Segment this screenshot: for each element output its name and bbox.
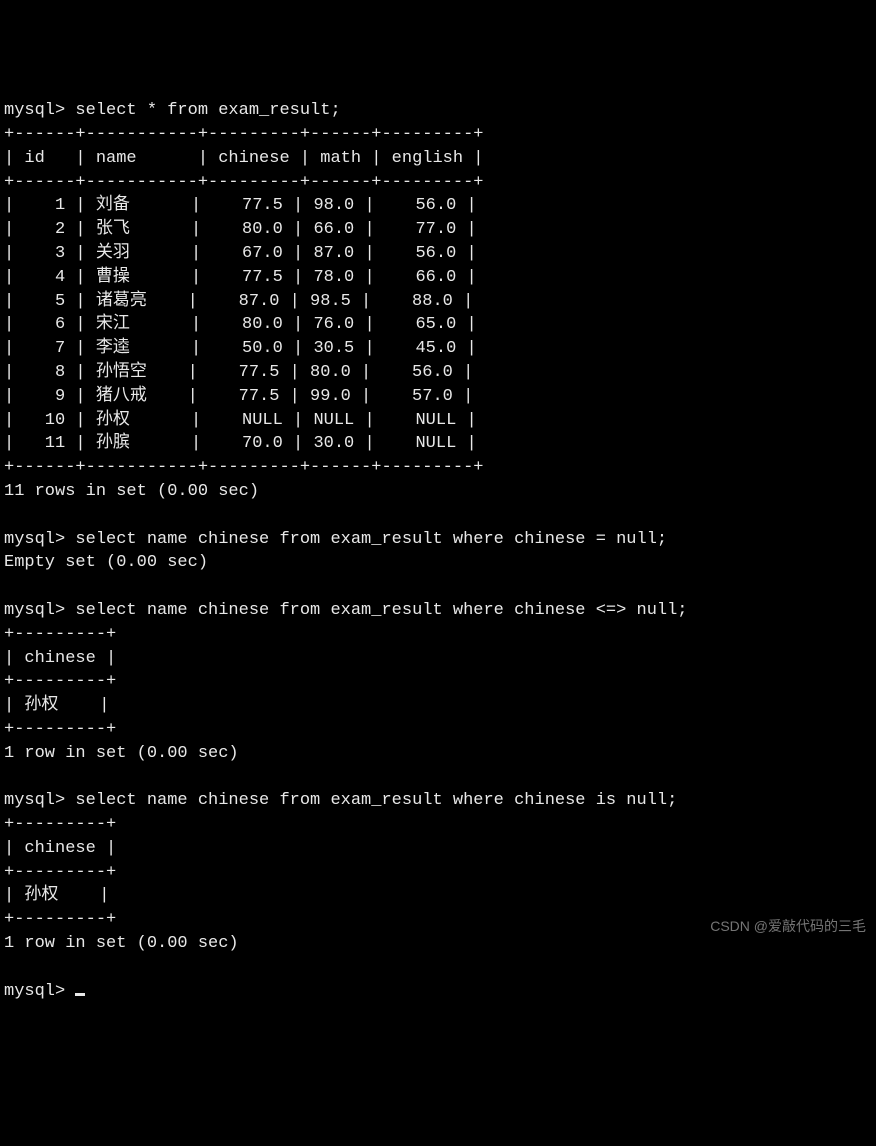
mysql-terminal[interactable]: mysql> select * from exam_result; +-----… — [4, 99, 872, 1003]
cursor — [75, 993, 85, 996]
csdn-watermark: CSDN @爱敲代码的三毛 — [710, 917, 866, 937]
